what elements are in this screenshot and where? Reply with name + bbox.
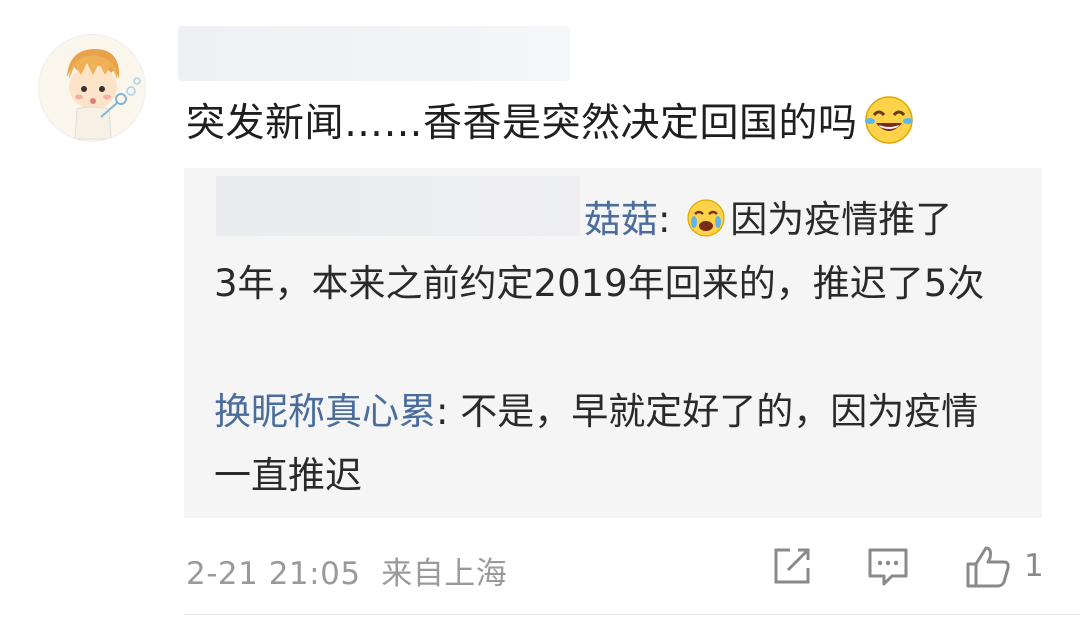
reply-username-redacted [216,176,580,236]
timestamp: 2-21 21:05 [186,556,361,592]
laughing-tears-emoji-icon [864,95,914,145]
reply-1-text-rest: 3年，本来之前约定2019年回来的，推迟了5次 [214,262,985,305]
comment-icon[interactable] [866,544,910,588]
comment-text: 突发新闻……香香是突然决定回国的吗 [186,92,914,156]
comment-body: 突发新闻……香香是突然决定回国的吗 [186,101,858,146]
username-redacted[interactable] [178,26,570,81]
crying-laughing-emoji-icon [686,194,726,237]
reply-1-text-start: 因为疫情推了 [730,198,953,241]
reply-2: 换昵称真心累: 不是，早就定好了的，因为疫情一直推迟 [214,380,1004,508]
reply-1-separator: : [658,198,683,241]
avatar[interactable] [38,34,146,142]
reply-1-author[interactable]: 菇菇 [584,198,658,241]
share-icon[interactable] [770,544,814,588]
reply-2-author[interactable]: 换昵称真心累 [214,390,436,433]
reply-1-header: 菇菇: 因为疫情推了 [584,188,952,252]
thumbs-up-icon[interactable] [964,544,1012,590]
reply-thread[interactable]: 菇菇: 因为疫情推了 3年，本来之前约定2019年回来的，推迟了5次 换昵称真心… [184,168,1042,518]
divider [184,614,1080,615]
comment-meta: 2-21 21:05 来自上海 [186,548,507,593]
location: 来自上海 [381,556,508,592]
like-count: 1 [1024,548,1044,584]
reply-2-separator: : [436,390,461,433]
cartoon-boy-avatar-icon [67,49,141,140]
